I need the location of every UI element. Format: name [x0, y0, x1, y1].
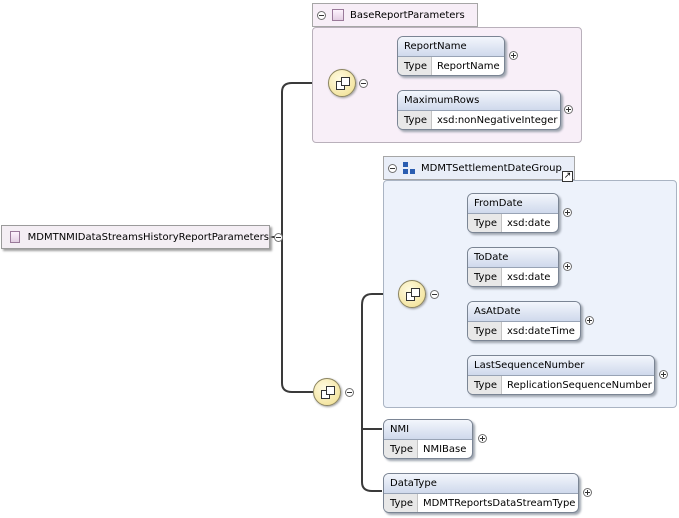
element-from-date[interactable]: FromDate Type xsd:date [467, 193, 559, 233]
element-maximum-rows[interactable]: MaximumRows Type xsd:nonNegativeInteger [397, 90, 561, 130]
collapse-icon[interactable] [388, 163, 397, 173]
type-value: xsd:nonNegativeInteger [437, 115, 558, 126]
type-label: Type [468, 214, 502, 232]
element-as-at-date[interactable]: AsAtDate Type xsd:dateTime [467, 301, 581, 341]
collapse-icon[interactable] [274, 233, 283, 242]
type-value: xsd:dateTime [507, 326, 575, 337]
element-name: FromDate [468, 194, 558, 214]
sequence-compositor-icon[interactable] [328, 69, 356, 97]
element-last-sequence-number[interactable]: LastSequenceNumber Type ReplicationSequen… [467, 355, 655, 395]
element-name: DataType [384, 474, 578, 494]
type-label: Type [384, 494, 418, 512]
type-value: MDMTReportsDataStreamType [423, 498, 576, 509]
element-name: MaximumRows [398, 91, 560, 111]
type-label: Type [384, 440, 418, 458]
base-report-parameters-header[interactable]: BaseReportParameters [312, 3, 478, 27]
complex-type-icon [332, 9, 344, 21]
complex-type-icon [10, 231, 20, 243]
expand-icon[interactable] [564, 105, 573, 114]
root-complex-type[interactable]: MDMTNMIDataStreamsHistoryReportParameter… [1, 225, 270, 249]
element-to-date[interactable]: ToDate Type xsd:date [467, 247, 559, 287]
type-label: Type [398, 111, 432, 129]
element-data-type[interactable]: DataType Type MDMTReportsDataStreamType [383, 473, 579, 513]
type-label: Type [468, 376, 502, 394]
sequence-compositor-icon[interactable] [398, 280, 426, 308]
settlement-date-group-header[interactable]: MDMTSettlementDateGroup [383, 156, 575, 180]
type-label: Type [398, 57, 432, 75]
element-name: ReportName [398, 37, 504, 57]
sequence-compositor-icon[interactable] [313, 378, 341, 406]
expand-icon[interactable] [509, 51, 518, 60]
settlement-date-group-title: MDMTSettlementDateGroup [421, 162, 562, 174]
reference-arrow-icon[interactable]: ↗ [562, 171, 573, 182]
type-label: Type [468, 268, 502, 286]
collapse-icon[interactable] [359, 79, 368, 88]
expand-icon[interactable] [659, 370, 668, 379]
element-nmi[interactable]: NMI Type NMIBase [383, 419, 473, 459]
type-value: ReplicationSequenceNumber [507, 380, 652, 391]
element-name: AsAtDate [468, 302, 580, 322]
element-name: ToDate [468, 248, 558, 268]
base-report-parameters-title: BaseReportParameters [350, 9, 465, 21]
expand-icon[interactable] [563, 208, 572, 217]
type-value: xsd:date [507, 218, 551, 229]
root-title: MDMTNMIDataStreamsHistoryReportParameter… [27, 231, 269, 243]
element-report-name[interactable]: ReportName Type ReportName [397, 36, 505, 76]
expand-icon[interactable] [563, 262, 572, 271]
collapse-icon[interactable] [317, 10, 326, 20]
group-icon [403, 162, 415, 174]
expand-icon[interactable] [478, 434, 487, 443]
collapse-icon[interactable] [345, 388, 354, 397]
element-name: LastSequenceNumber [468, 356, 654, 376]
element-name: NMI [384, 420, 472, 440]
type-value: ReportName [437, 61, 500, 72]
type-value: NMIBase [423, 444, 467, 455]
collapse-icon[interactable] [430, 290, 439, 299]
expand-icon[interactable] [585, 316, 594, 325]
expand-icon[interactable] [583, 488, 592, 497]
type-value: xsd:date [507, 272, 551, 283]
type-label: Type [468, 322, 502, 340]
